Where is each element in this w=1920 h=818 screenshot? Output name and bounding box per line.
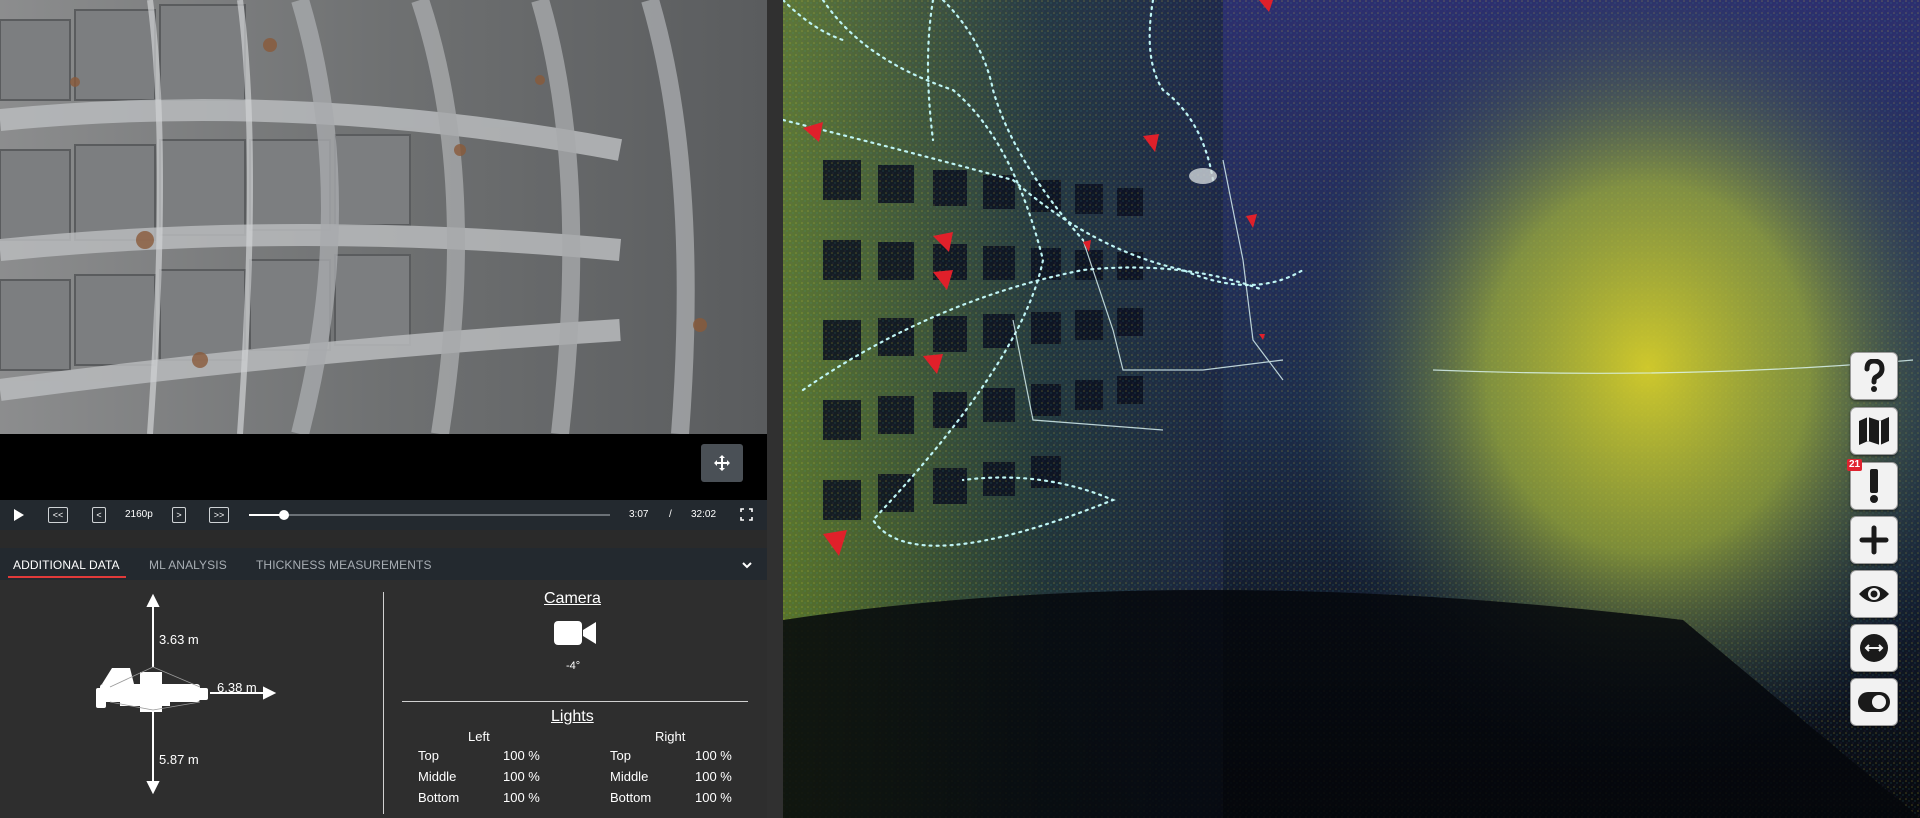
move-icon bbox=[714, 455, 730, 471]
video-controls: << < 2160p > >> 3:07 / 32:02 bbox=[0, 500, 767, 530]
light-right-value: 100 % bbox=[695, 769, 732, 784]
help-icon bbox=[1864, 359, 1885, 392]
lights-title: Lights bbox=[551, 708, 594, 725]
chevron-down-icon[interactable] bbox=[740, 558, 754, 572]
alert-count-badge: 21 bbox=[1847, 459, 1863, 471]
tab-additional-data[interactable]: ADDITIONAL DATA bbox=[13, 558, 120, 572]
left-panel: << < 2160p > >> 3:07 / 32:02 ADDITIONAL … bbox=[0, 0, 767, 818]
camera-angle: -4° bbox=[566, 660, 581, 672]
lights-right-header: Right bbox=[655, 729, 686, 744]
light-left-name: Top bbox=[418, 748, 439, 763]
lights-left-header: Left bbox=[468, 729, 490, 744]
horizontal-divider bbox=[402, 701, 748, 702]
dimension-right: 6.38 m bbox=[217, 680, 257, 695]
additional-data-panel: 3.63 m 6.38 m 5.87 m Camera -4° Lights L… bbox=[0, 580, 767, 818]
robot-dimensions-diagram bbox=[96, 593, 277, 795]
video-camera-icon bbox=[554, 621, 596, 645]
light-right-value: 100 % bbox=[695, 748, 732, 763]
app-root: << < 2160p > >> 3:07 / 32:02 ADDITIONAL … bbox=[0, 0, 1920, 818]
light-right-name: Top bbox=[610, 748, 631, 763]
quality-selector[interactable]: 2160p bbox=[125, 509, 153, 520]
range-icon bbox=[1860, 634, 1888, 662]
visibility-button[interactable] bbox=[1850, 570, 1898, 618]
forward-button[interactable]: >> bbox=[209, 507, 229, 523]
tab-bar: ADDITIONAL DATA ML ANALYSIS THICKNESS ME… bbox=[0, 548, 767, 580]
active-tab-indicator bbox=[8, 576, 126, 578]
tab-thickness-measurements[interactable]: THICKNESS MEASUREMENTS bbox=[256, 558, 432, 572]
video-player[interactable] bbox=[0, 0, 767, 434]
point-cloud-viewer[interactable] bbox=[783, 0, 1920, 818]
light-right-value: 100 % bbox=[695, 790, 732, 805]
toggle-button[interactable] bbox=[1850, 678, 1898, 726]
panel-separator[interactable] bbox=[767, 0, 783, 818]
rewind-button[interactable]: << bbox=[48, 507, 68, 523]
plus-icon bbox=[1859, 525, 1889, 555]
alert-icon bbox=[1870, 469, 1878, 503]
map-icon bbox=[1859, 417, 1889, 445]
move-button[interactable] bbox=[701, 444, 743, 482]
vertical-divider bbox=[383, 592, 384, 814]
video-frame bbox=[0, 0, 767, 434]
dimension-up: 3.63 m bbox=[159, 632, 199, 647]
help-button[interactable] bbox=[1850, 352, 1898, 400]
toggle-icon bbox=[1858, 692, 1890, 712]
time-separator: / bbox=[669, 509, 672, 520]
light-left-value: 100 % bbox=[503, 769, 540, 784]
tab-ml-analysis[interactable]: ML ANALYSIS bbox=[149, 558, 227, 572]
alerts-button[interactable]: 21 bbox=[1847, 459, 1898, 510]
eye-icon bbox=[1859, 586, 1889, 602]
current-time: 3:07 bbox=[629, 509, 649, 520]
next-frame-button[interactable]: > bbox=[172, 507, 186, 523]
progress-knob[interactable] bbox=[279, 510, 290, 520]
video-letterbox bbox=[0, 434, 767, 500]
range-button[interactable] bbox=[1850, 624, 1898, 672]
camera-title: Camera bbox=[544, 590, 601, 607]
map-button[interactable] bbox=[1850, 407, 1898, 455]
progress-bar[interactable] bbox=[249, 510, 610, 520]
light-left-value: 100 % bbox=[503, 748, 540, 763]
duration: 32:02 bbox=[691, 509, 717, 520]
point-cloud-canvas[interactable] bbox=[783, 0, 1920, 818]
light-right-name: Middle bbox=[610, 769, 649, 784]
light-left-name: Middle bbox=[418, 769, 457, 784]
light-right-name: Bottom bbox=[610, 790, 652, 805]
light-left-name: Bottom bbox=[418, 790, 460, 805]
add-button[interactable] bbox=[1850, 516, 1898, 564]
prev-frame-button[interactable]: < bbox=[92, 507, 106, 523]
fullscreen-icon[interactable] bbox=[740, 508, 753, 521]
play-icon[interactable] bbox=[14, 509, 24, 521]
dimension-down: 5.87 m bbox=[159, 752, 199, 767]
light-left-value: 100 % bbox=[503, 790, 540, 805]
